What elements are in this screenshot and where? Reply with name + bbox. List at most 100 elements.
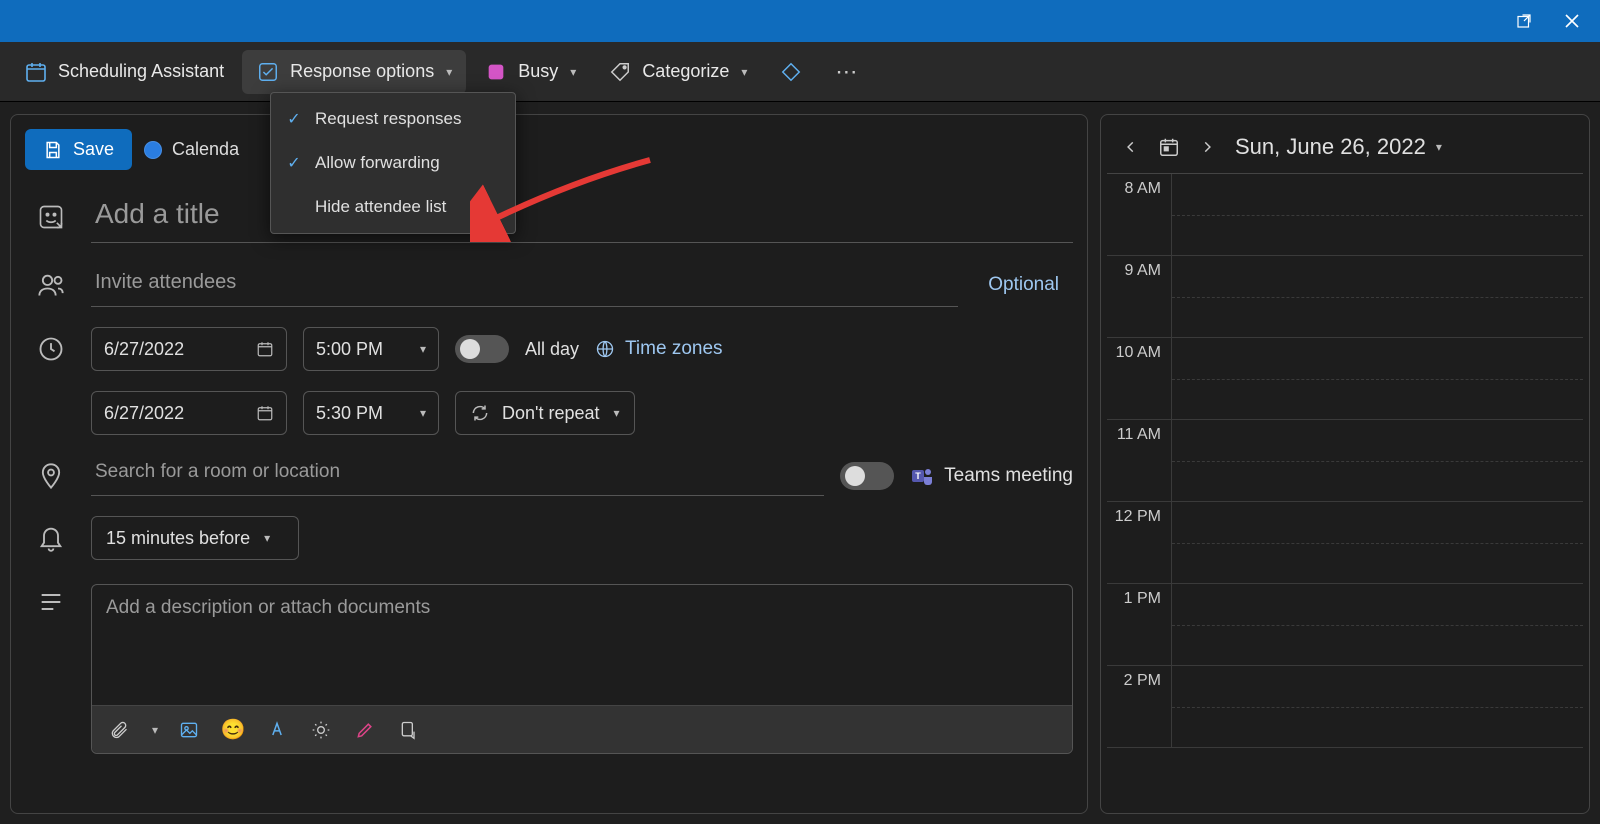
more-button[interactable]: ⋯ — [821, 49, 871, 95]
hour-label: 2 PM — [1107, 666, 1171, 747]
brightness-button[interactable] — [308, 717, 334, 743]
event-editor-panel: Save Calenda Optional — [10, 114, 1088, 814]
hour-row[interactable]: 10 AM — [1107, 338, 1583, 420]
hour-slot[interactable] — [1171, 174, 1583, 255]
hour-row[interactable]: 12 PM — [1107, 502, 1583, 584]
prev-day-button[interactable] — [1115, 131, 1147, 163]
chevron-down-icon: ▾ — [420, 342, 426, 356]
private-button[interactable] — [765, 50, 817, 94]
repeat-icon — [470, 403, 490, 423]
save-label: Save — [73, 139, 114, 160]
calendar-icon — [256, 404, 274, 422]
teams-meeting-label: Teams meeting — [944, 465, 1073, 487]
repeat-value: Don't repeat — [502, 403, 600, 424]
clock-icon — [27, 335, 75, 363]
end-time-picker[interactable]: 5:30 PM ▾ — [303, 391, 439, 435]
hour-slot[interactable] — [1171, 666, 1583, 747]
all-day-label: All day — [525, 339, 579, 360]
chevron-down-icon[interactable]: ▾ — [152, 723, 158, 737]
end-date-picker[interactable]: 6/27/2022 — [91, 391, 287, 435]
insert-image-button[interactable] — [176, 717, 202, 743]
chevron-down-icon: ▾ — [614, 406, 620, 420]
hour-row[interactable]: 9 AM — [1107, 256, 1583, 338]
busy-label: Busy — [518, 61, 558, 82]
start-date-value: 6/27/2022 — [104, 339, 184, 360]
hour-row[interactable]: 2 PM — [1107, 666, 1583, 748]
chevron-down-icon: ▾ — [570, 65, 576, 79]
response-options-label: Response options — [290, 61, 434, 82]
date-picker-button[interactable]: Sun, June 26, 2022 ▾ — [1235, 134, 1442, 160]
toolbar: Scheduling Assistant Response options ▾ … — [0, 42, 1600, 102]
busy-button[interactable]: Busy ▾ — [470, 50, 590, 94]
svg-text:T: T — [915, 471, 921, 481]
menu-hide-attendee-list[interactable]: Hide attendee list — [271, 185, 515, 229]
hour-slot[interactable] — [1171, 256, 1583, 337]
hour-slot[interactable] — [1171, 502, 1583, 583]
scheduling-assistant-label: Scheduling Assistant — [58, 61, 224, 82]
categorize-button[interactable]: Categorize ▾ — [594, 50, 761, 94]
time-zones-button[interactable]: Time zones — [595, 338, 723, 360]
emoji-picker-button[interactable] — [27, 203, 75, 231]
globe-icon — [595, 339, 615, 359]
chevron-down-icon: ▾ — [741, 65, 747, 79]
attendees-input[interactable] — [91, 263, 958, 307]
calendar-icon — [256, 340, 274, 358]
check-icon: ✓ — [285, 110, 303, 128]
calendar-user-icon — [24, 60, 48, 84]
response-options-menu: ✓ Request responses ✓ Allow forwarding H… — [270, 92, 516, 234]
menu-allow-forwarding[interactable]: ✓ Allow forwarding — [271, 141, 515, 185]
timeline[interactable]: 8 AM9 AM10 AM11 AM12 PM1 PM2 PM — [1107, 173, 1583, 813]
checkbox-icon — [256, 60, 280, 84]
more-format-button[interactable] — [396, 717, 422, 743]
save-button[interactable]: Save — [25, 129, 132, 170]
response-options-button[interactable]: Response options ▾ — [242, 50, 466, 94]
diamond-icon — [779, 60, 803, 84]
all-day-toggle[interactable] — [455, 335, 509, 363]
start-time-value: 5:00 PM — [316, 339, 383, 360]
reminder-value: 15 minutes before — [106, 528, 250, 549]
people-icon — [27, 271, 75, 299]
attach-button[interactable] — [106, 717, 132, 743]
save-icon — [43, 140, 63, 160]
hour-slot[interactable] — [1171, 338, 1583, 419]
reminder-selector[interactable]: 15 minutes before ▾ — [91, 516, 299, 560]
calendar-color-dot — [144, 141, 162, 159]
day-preview-panel: Sun, June 26, 2022 ▾ 8 AM9 AM10 AM11 AM1… — [1100, 114, 1590, 814]
chevron-down-icon: ▾ — [446, 65, 452, 79]
optional-attendees-button[interactable]: Optional — [974, 274, 1073, 296]
location-input[interactable] — [91, 455, 824, 496]
menu-allow-forwarding-label: Allow forwarding — [315, 153, 440, 173]
busy-status-icon — [484, 60, 508, 84]
hour-row[interactable]: 1 PM — [1107, 584, 1583, 666]
menu-hide-attendee-label: Hide attendee list — [315, 197, 446, 217]
start-date-picker[interactable]: 6/27/2022 — [91, 327, 287, 371]
hour-label: 11 AM — [1107, 420, 1171, 501]
hour-slot[interactable] — [1171, 584, 1583, 665]
hour-row[interactable]: 11 AM — [1107, 420, 1583, 502]
repeat-selector[interactable]: Don't repeat ▾ — [455, 391, 635, 435]
today-button[interactable] — [1153, 131, 1185, 163]
start-time-picker[interactable]: 5:00 PM ▾ — [303, 327, 439, 371]
emoji-button[interactable]: 😊 — [220, 717, 246, 743]
calendar-selector[interactable]: Calenda — [144, 139, 239, 160]
scheduling-assistant-button[interactable]: Scheduling Assistant — [10, 50, 238, 94]
teams-meeting-toggle[interactable] — [840, 462, 894, 490]
calendar-selector-label: Calenda — [172, 139, 239, 160]
chevron-down-icon: ▾ — [1436, 140, 1442, 154]
description-input[interactable] — [92, 585, 1072, 705]
chevron-down-icon: ▾ — [264, 531, 270, 545]
bell-icon — [27, 524, 75, 552]
hour-row[interactable]: 8 AM — [1107, 174, 1583, 256]
next-day-button[interactable] — [1191, 131, 1223, 163]
draw-button[interactable] — [352, 717, 378, 743]
popout-button[interactable] — [1504, 0, 1544, 42]
categorize-label: Categorize — [642, 61, 729, 82]
menu-request-responses[interactable]: ✓ Request responses — [271, 97, 515, 141]
font-color-button[interactable] — [264, 717, 290, 743]
teams-icon: T — [910, 464, 934, 488]
close-button[interactable] — [1552, 0, 1592, 42]
preview-date-label: Sun, June 26, 2022 — [1235, 134, 1426, 160]
check-icon: ✓ — [285, 154, 303, 172]
title-input[interactable] — [91, 190, 1073, 243]
hour-slot[interactable] — [1171, 420, 1583, 501]
